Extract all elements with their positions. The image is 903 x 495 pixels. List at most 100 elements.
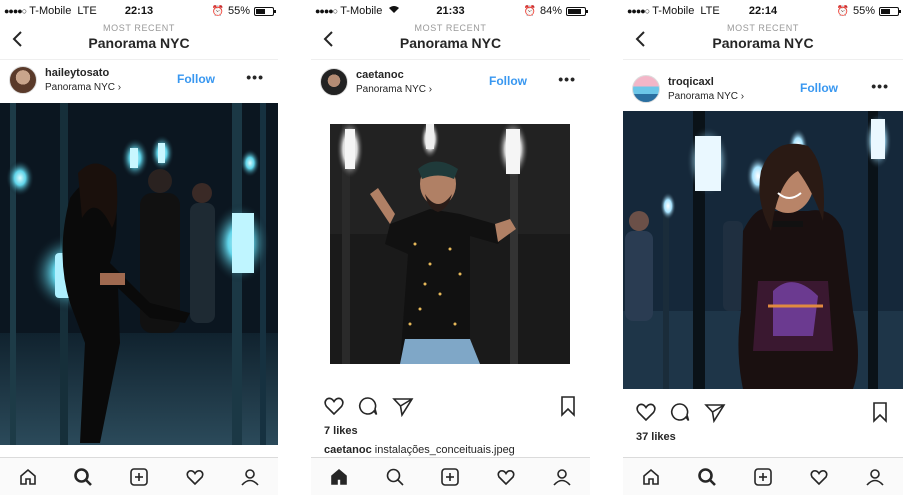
photo-scene	[0, 103, 278, 445]
page-title: Panorama NYC	[399, 35, 502, 51]
add-icon	[130, 467, 148, 486]
profile-icon	[866, 468, 884, 486]
alarm-icon: ⏰	[523, 5, 536, 17]
carrier-label: T-Mobile	[340, 5, 383, 17]
tab-activity[interactable]	[491, 462, 521, 492]
caption-username[interactable]: caetanoc	[324, 444, 372, 456]
activity-icon	[810, 469, 828, 485]
tab-search[interactable]	[380, 462, 410, 492]
battery-percent: 84%	[539, 5, 562, 17]
activity-icon	[497, 469, 515, 485]
post-header: caetanoc Panorama NYC › Follow •••	[311, 62, 590, 102]
battery-icon	[879, 6, 901, 16]
signal-icon: ●●●●○	[4, 6, 27, 16]
heart-icon[interactable]	[323, 395, 345, 417]
post-actions	[311, 392, 590, 420]
post-username[interactable]: troqicaxl	[668, 76, 714, 88]
bookmark-icon[interactable]	[559, 395, 577, 417]
post-location[interactable]: Panorama NYC ›	[668, 91, 744, 102]
comment-icon[interactable]	[669, 401, 691, 423]
tab-bar	[623, 457, 903, 495]
nav-subtitle: MOST RECENT	[727, 23, 799, 33]
nav-subtitle: MOST RECENT	[103, 23, 175, 33]
screen-2: ●●●●○ T-Mobile 21:33 ⏰ 84% MOST RECENT P…	[311, 0, 590, 495]
post-caption: caetanoc instalações_conceituais.jpeg	[324, 444, 515, 456]
tab-bar	[311, 457, 590, 495]
nav-subtitle: MOST RECENT	[414, 23, 487, 33]
page-title: Panorama NYC	[88, 35, 190, 51]
battery-percent: 55%	[227, 5, 250, 17]
tab-home[interactable]	[636, 462, 666, 492]
avatar[interactable]	[320, 68, 348, 96]
clock: 22:13	[124, 5, 154, 17]
post-location-label: Panorama NYC	[45, 82, 116, 93]
like-count[interactable]: 37 likes	[636, 431, 676, 443]
alarm-icon: ⏰	[211, 5, 224, 17]
battery-icon	[254, 6, 276, 16]
nav-header: MOST RECENT Panorama NYC	[0, 20, 278, 60]
tab-activity[interactable]	[180, 462, 210, 492]
tab-search[interactable]	[692, 462, 722, 492]
network-label: LTE	[77, 5, 97, 17]
more-icon[interactable]: •••	[558, 71, 576, 87]
post-username[interactable]: haileytosato	[45, 67, 109, 79]
signal-icon: ●●●●○	[315, 6, 338, 16]
post-location-label: Panorama NYC	[668, 91, 739, 102]
more-icon[interactable]: •••	[246, 69, 264, 85]
post-photo[interactable]	[623, 111, 903, 389]
tab-add[interactable]	[124, 462, 154, 492]
post-photo[interactable]	[0, 103, 278, 445]
status-bar: ●●●●○ T-Mobile LTE 22:14 ⏰ 55%	[627, 4, 901, 18]
page-title: Panorama NYC	[712, 35, 814, 51]
activity-icon	[186, 469, 204, 485]
tab-profile[interactable]	[860, 462, 890, 492]
add-icon	[441, 467, 460, 486]
tab-add[interactable]	[748, 462, 778, 492]
status-bar: ●●●●○ T-Mobile LTE 22:13 ⏰ 55%	[4, 4, 276, 18]
avatar[interactable]	[632, 75, 660, 103]
tab-bar	[0, 457, 278, 495]
heart-icon[interactable]	[635, 401, 657, 423]
home-icon	[331, 468, 347, 485]
caption-text: instalações_conceituais.jpeg	[374, 444, 515, 456]
more-icon[interactable]: •••	[871, 78, 889, 94]
home-icon	[643, 468, 659, 485]
wifi-icon	[388, 5, 400, 17]
follow-button[interactable]: Follow	[177, 72, 215, 86]
tab-search[interactable]	[68, 462, 98, 492]
post-location-label: Panorama NYC	[356, 84, 427, 95]
avatar[interactable]	[9, 66, 37, 94]
post-header: haileytosato Panorama NYC › Follow •••	[0, 60, 278, 100]
post-location[interactable]: Panorama NYC ›	[45, 82, 121, 93]
share-icon[interactable]	[704, 401, 726, 423]
follow-button[interactable]: Follow	[800, 81, 838, 95]
follow-button[interactable]: Follow	[489, 74, 527, 88]
post-header: troqicaxl Panorama NYC › Follow •••	[623, 69, 903, 109]
status-bar: ●●●●○ T-Mobile 21:33 ⏰ 84%	[315, 4, 588, 18]
photo-scene	[330, 124, 570, 364]
tab-home[interactable]	[324, 462, 354, 492]
nav-header: MOST RECENT Panorama NYC	[311, 20, 590, 60]
bookmark-icon[interactable]	[871, 401, 889, 423]
post-photo[interactable]	[330, 124, 570, 364]
post-username[interactable]: caetanoc	[356, 69, 404, 81]
home-icon	[19, 468, 36, 485]
tab-add[interactable]	[435, 462, 465, 492]
tab-profile[interactable]	[547, 462, 577, 492]
post-location[interactable]: Panorama NYC ›	[356, 84, 432, 95]
photo-scene	[623, 111, 903, 389]
nav-header: MOST RECENT Panorama NYC	[623, 20, 903, 60]
post-actions	[623, 398, 903, 426]
battery-icon	[566, 6, 588, 16]
tab-profile[interactable]	[235, 462, 265, 492]
carrier-label: T-Mobile	[652, 5, 695, 17]
profile-icon	[241, 468, 259, 486]
tab-activity[interactable]	[804, 462, 834, 492]
search-icon	[386, 468, 404, 486]
tab-home[interactable]	[13, 462, 43, 492]
comment-icon[interactable]	[357, 395, 379, 417]
battery-percent: 55%	[852, 5, 875, 17]
share-icon[interactable]	[392, 395, 414, 417]
clock: 21:33	[436, 5, 465, 17]
like-count[interactable]: 7 likes	[324, 425, 358, 437]
